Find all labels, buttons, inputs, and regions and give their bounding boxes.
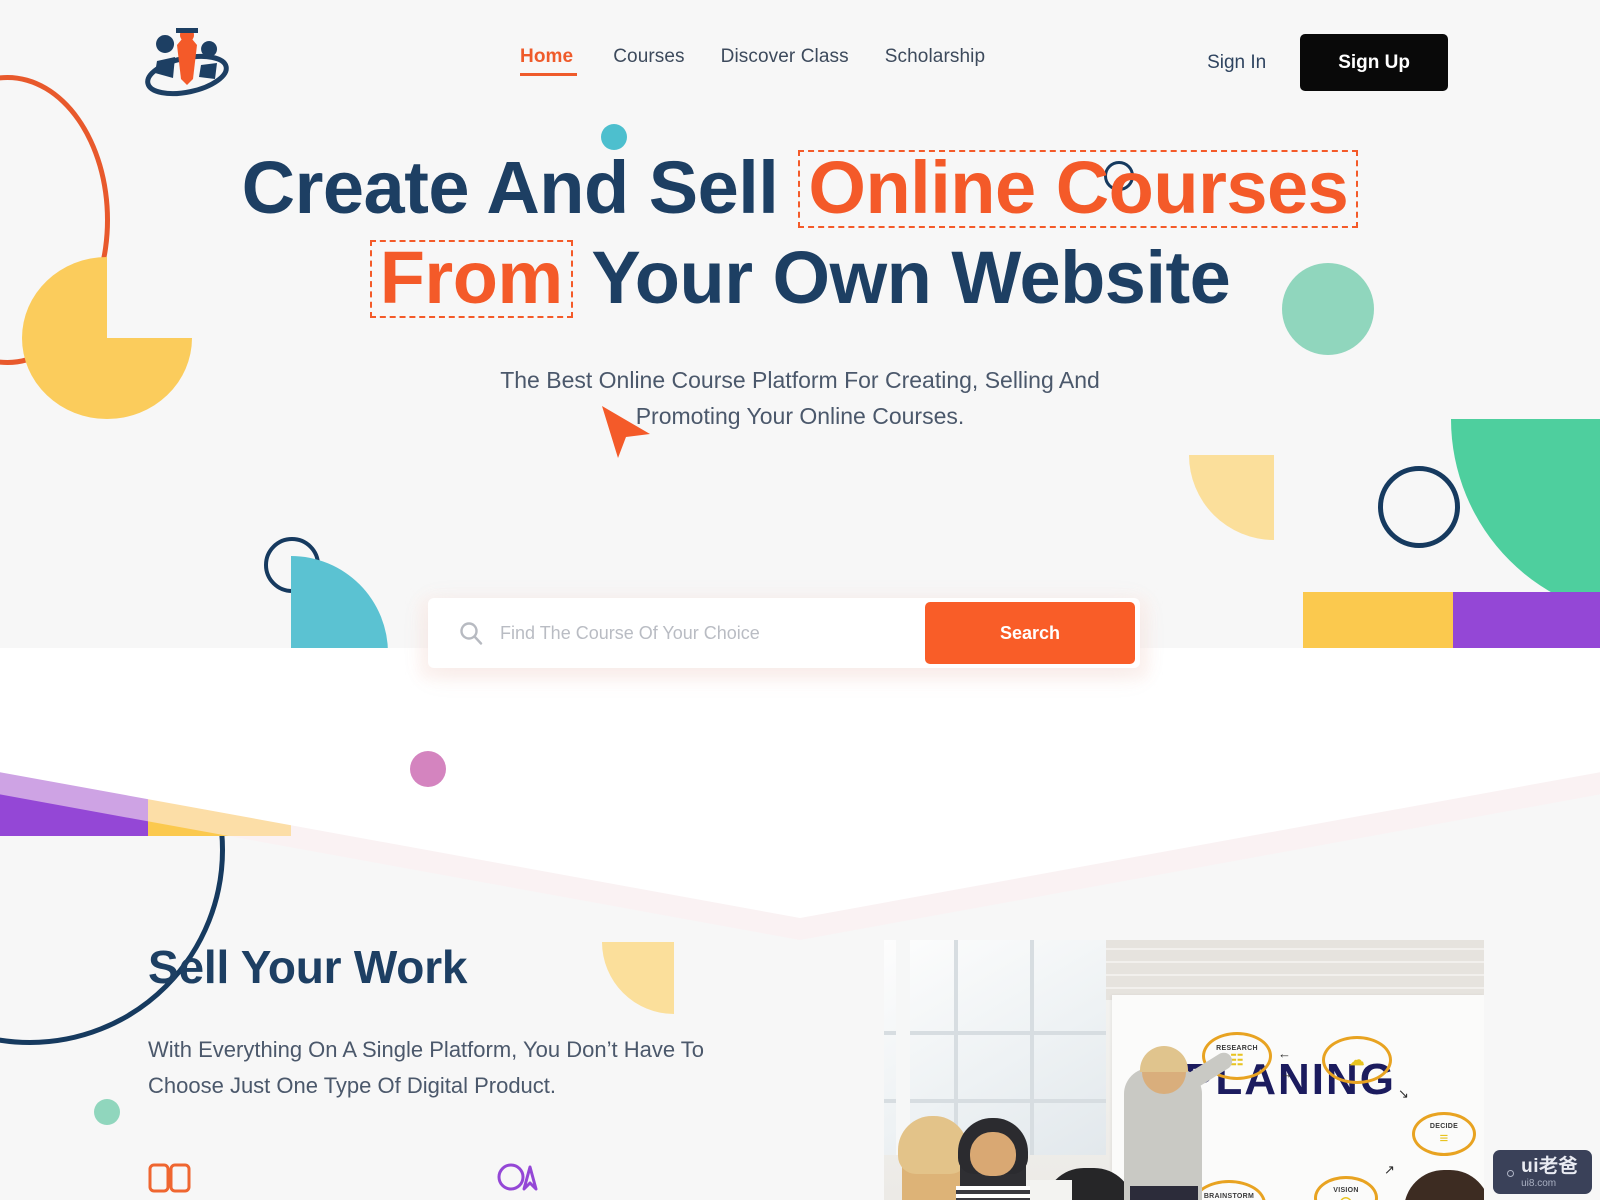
course-search-bar: Search bbox=[428, 598, 1140, 668]
whiteboard-arrow-1: ← bbox=[1278, 1046, 1291, 1061]
search-input[interactable] bbox=[500, 598, 925, 668]
badge-icon[interactable] bbox=[496, 1163, 540, 1200]
bubble-glyph-vision: ◎ bbox=[1339, 1195, 1352, 1200]
headline-plain-1: Create And Sell bbox=[241, 146, 779, 229]
whiteboard-bubble-idea: ☁ bbox=[1322, 1036, 1392, 1084]
feature-icon-row bbox=[148, 1163, 540, 1200]
header-actions: Sign In Sign Up bbox=[1207, 34, 1448, 91]
sign-up-button[interactable]: Sign Up bbox=[1300, 34, 1448, 91]
nav-item-discover-class[interactable]: Discover Class bbox=[721, 46, 885, 68]
brand-logo[interactable] bbox=[143, 23, 231, 103]
site-header: Home Courses Discover Class Scholarship … bbox=[0, 0, 1600, 128]
hero-subtitle-line-1: The Best Online Course Platform For Crea… bbox=[500, 367, 1100, 394]
bubble-glyph-decide: ≡ bbox=[1439, 1129, 1449, 1147]
sign-in-link[interactable]: Sign In bbox=[1207, 52, 1266, 74]
classroom-photo-content: PLANING RESEARCH ☷ ☁ DECIDE ≡ VISION ◎ B… bbox=[884, 940, 1484, 1200]
nav-item-home[interactable]: Home bbox=[520, 46, 613, 76]
hero-headline: Create And Sell Online Courses From Your… bbox=[0, 150, 1600, 320]
watermark-badge: ui老爸 ui8.com bbox=[1493, 1150, 1592, 1194]
decor-pink-chevron-band bbox=[0, 660, 1600, 940]
page-root: Home Courses Discover Class Scholarship … bbox=[0, 0, 1600, 1200]
headline-accent-from: From bbox=[369, 240, 573, 319]
hero-subtitle-line-2: Promoting Your Online Courses. bbox=[635, 403, 965, 430]
decor-white-chevron-band bbox=[0, 648, 1600, 918]
hero-subtitle: The Best Online Course Platform For Crea… bbox=[0, 362, 1600, 435]
sell-section-title: Sell Your Work bbox=[148, 941, 468, 993]
decor-green-quarter bbox=[1451, 419, 1600, 619]
decor-navy-ring-left bbox=[264, 537, 320, 593]
decor-yellow-square-left bbox=[148, 742, 291, 836]
bubble-label-brainstorm: BRAINSTORM bbox=[1203, 1192, 1255, 1200]
classroom-photo: PLANING RESEARCH ☷ ☁ DECIDE ≡ VISION ◎ B… bbox=[884, 940, 1484, 1200]
bubble-label-vision: VISION bbox=[1333, 1186, 1359, 1194]
decor-green-square bbox=[148, 652, 291, 742]
bubble-label-decide: DECIDE bbox=[1429, 1122, 1459, 1130]
decor-pink-dot bbox=[410, 751, 446, 787]
education-people-logo-icon bbox=[145, 28, 229, 97]
decor-purple-quarter bbox=[1451, 592, 1600, 792]
bubble-label-research: RESEARCH bbox=[1216, 1044, 1258, 1052]
sell-desc-line-2: Choose Just One Type Of Digital Product. bbox=[148, 1072, 557, 1098]
hero-section: Create And Sell Online Courses From Your… bbox=[0, 150, 1600, 435]
sell-desc-line-1: With Everything On A Single Platform, Yo… bbox=[148, 1037, 705, 1062]
search-button[interactable]: Search bbox=[925, 602, 1135, 664]
watermark-main-text: ui老爸 bbox=[1521, 1156, 1578, 1177]
nav-item-courses[interactable]: Courses bbox=[613, 46, 720, 68]
sell-section-description: With Everything On A Single Platform, Yo… bbox=[148, 1032, 808, 1104]
search-icon bbox=[458, 620, 484, 646]
decor-mint-dot-small bbox=[94, 1099, 120, 1125]
sell-your-work-section: Sell Your Work With Everything On A Sing… bbox=[148, 940, 848, 1104]
decor-navy-ring-medium bbox=[1378, 466, 1460, 548]
bubble-glyph-idea: ☁ bbox=[1349, 1052, 1365, 1069]
headline-plain-2: Your Own Website bbox=[591, 236, 1231, 320]
decor-yellow-square-right bbox=[1303, 592, 1453, 762]
nav-item-scholarship[interactable]: Scholarship bbox=[885, 46, 1021, 68]
decor-teal-quarter bbox=[291, 556, 388, 653]
decor-pale-yellow-quarter bbox=[1189, 455, 1274, 540]
main-navigation: Home Courses Discover Class Scholarship bbox=[520, 46, 1021, 76]
watermark-dot-icon bbox=[1507, 1169, 1515, 1177]
watermark-sub-text: ui8.com bbox=[1521, 1178, 1557, 1189]
books-icon[interactable] bbox=[148, 1163, 192, 1200]
decor-purple-rect-left bbox=[0, 742, 148, 836]
whiteboard-arrow-2: → bbox=[1280, 1066, 1293, 1081]
headline-accent-online-courses: Online Courses bbox=[798, 150, 1359, 229]
watermark-text: ui老爸 ui8.com bbox=[1521, 1157, 1578, 1189]
whiteboard-bubble-decide: DECIDE ≡ bbox=[1412, 1112, 1476, 1156]
whiteboard-arrow-4: ↗ bbox=[1384, 1162, 1395, 1177]
whiteboard-arrow-3: ↘ bbox=[1398, 1086, 1409, 1101]
